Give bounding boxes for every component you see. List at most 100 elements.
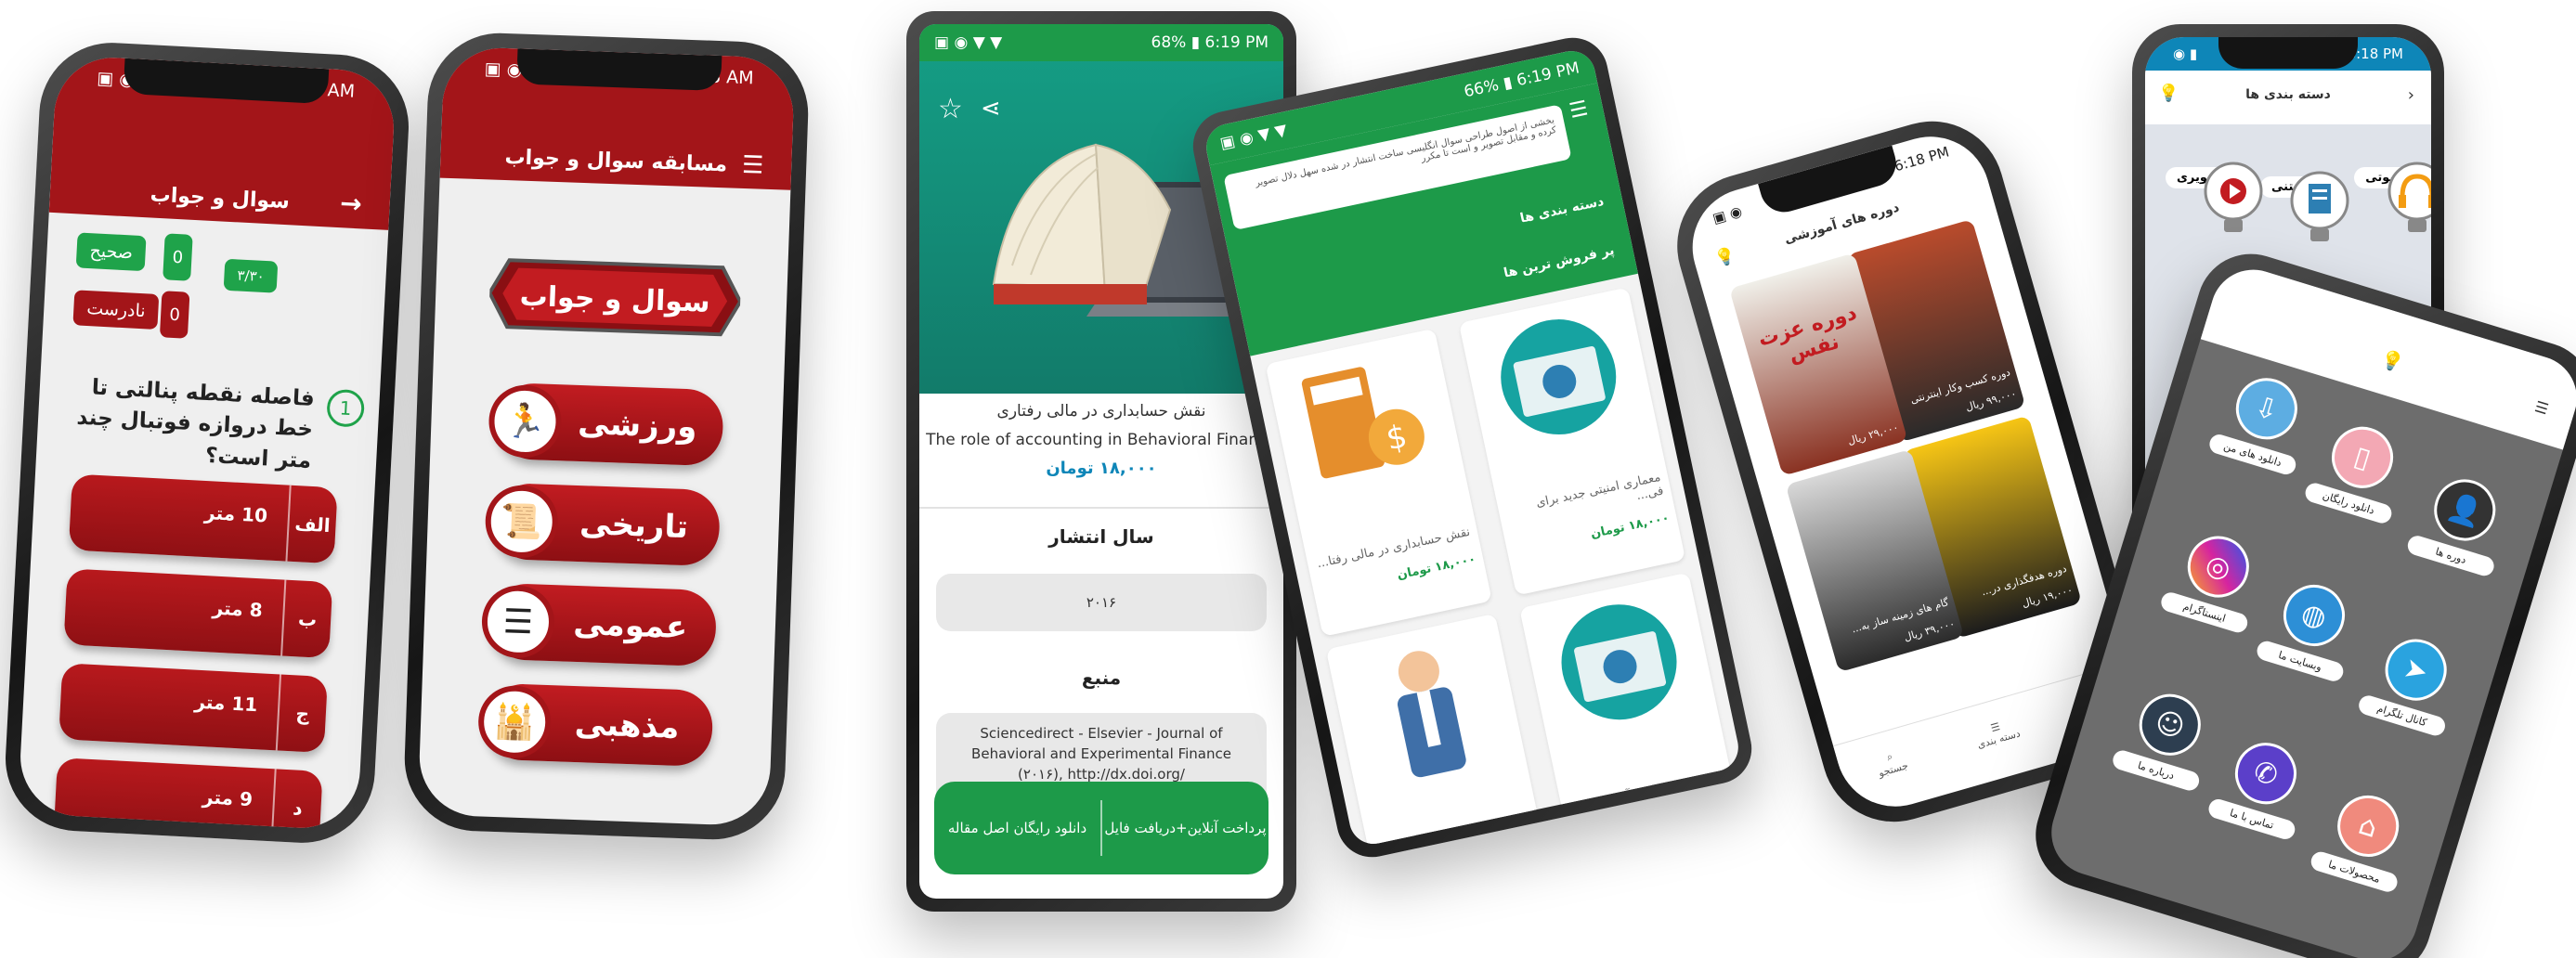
- phone-icon: ✆: [2227, 735, 2305, 812]
- bestsellers-heading: پر فروش ترین ها: [1502, 242, 1616, 281]
- wrong-label: نادرست: [72, 290, 160, 330]
- bulb-logo-icon: 💡: [2377, 346, 2407, 375]
- phone-screen: ▣ ◉ ▲ 1:38 AM مسابقه سوال و جواب ☰ سوال …: [417, 45, 796, 827]
- status-time: 6:19 PM: [1204, 33, 1269, 52]
- status-bar: ▣ ◉ ▼ ▼ 68% ▮ 6:19 PM: [919, 24, 1283, 61]
- menu-website[interactable]: ◍ وبسایت ما: [2254, 573, 2366, 684]
- nav-item-categories[interactable]: ☰ دسته بندی: [1972, 715, 2022, 751]
- battery-level: 66%: [1462, 75, 1501, 102]
- product-image: [1501, 319, 1617, 435]
- categories-heading[interactable]: دسته بندی ها: [1519, 194, 1606, 227]
- answer-option[interactable]: الف 10 متر: [68, 473, 338, 564]
- showcase-stage: ▣ ◉ 11:17 AM سوال و جواب → صحیح 0 نادرست…: [0, 0, 2576, 958]
- share-icon[interactable]: ⋖: [981, 95, 1001, 123]
- hamburger-menu-icon[interactable]: ☰: [2532, 397, 2550, 418]
- battery-level: 68%: [1151, 33, 1187, 52]
- tablet-icon: ▯: [2323, 419, 2401, 496]
- person-icon: 👤: [2426, 472, 2504, 549]
- menu-label: محصولات ما: [2309, 849, 2400, 895]
- menu-label: اینستاگرام: [2158, 589, 2250, 635]
- answer-option[interactable]: د 9 متر: [53, 757, 323, 832]
- logo-text: سوال و جواب: [519, 280, 710, 319]
- product-title: مقاله تست: [1474, 809, 1532, 836]
- option-value: 10 متر: [203, 500, 268, 527]
- menu-label: دانلود های من: [2206, 432, 2298, 477]
- status-battery-time: 68% ▮ 6:19 PM: [1151, 33, 1268, 52]
- phone-notch: [2218, 37, 2358, 69]
- menu-label: درباره ما: [2110, 747, 2202, 794]
- quiz-menu-phone: ▣ ◉ ▲ 1:38 AM مسابقه سوال و جواب ☰ سوال …: [402, 31, 811, 842]
- layers-icon: ☰: [480, 584, 556, 660]
- hamburger-menu-icon[interactable]: ☰: [1568, 97, 1591, 123]
- quiz-question-phone: ▣ ◉ 11:17 AM سوال و جواب → صحیح 0 نادرست…: [2, 39, 412, 847]
- category-text[interactable]: متنی: [2260, 169, 2349, 241]
- headphones-icon: [2387, 162, 2431, 232]
- phone-screen: ▣ ◉ 11:17 AM سوال و جواب → صحیح 0 نادرست…: [17, 54, 397, 832]
- menu-instagram[interactable]: ◎ اینستاگرام: [2158, 524, 2270, 635]
- answer-option[interactable]: ج 11 متر: [59, 663, 328, 754]
- status-icons: ▣ ◉ ▼ ▼: [1218, 121, 1289, 154]
- article-title-fa: نقش حسابداری در مالی رفتاری: [996, 402, 1206, 421]
- article-price: ۱۸,۰۰۰ تومان: [1046, 459, 1157, 479]
- back-arrow-icon[interactable]: →: [339, 188, 362, 219]
- menu-label: کانال تلگرام: [2356, 693, 2448, 738]
- free-download-button[interactable]: دانلود رایگان اصل مقاله: [934, 820, 1100, 836]
- correct-count: 0: [163, 233, 193, 281]
- category-button-religious[interactable]: 🕌 مذهبی: [476, 682, 714, 768]
- wrong-count: 0: [159, 291, 190, 339]
- runner-icon: 🏃: [488, 383, 563, 460]
- scroll-icon: 📜: [484, 484, 560, 560]
- menu-my-downloads[interactable]: ⇩ دانلود های من: [2206, 367, 2319, 477]
- instagram-icon: ◎: [2179, 528, 2257, 605]
- quiz-logo: سوال و جواب: [488, 258, 742, 337]
- option-letter: د: [270, 769, 323, 832]
- status-icons: ▣ ◉: [1711, 202, 1744, 227]
- year-heading: سال انتشار: [1048, 525, 1154, 548]
- star-icon[interactable]: ☆: [938, 93, 963, 125]
- hamburger-menu-icon[interactable]: ☰: [741, 151, 763, 180]
- menu-label: تماس با ما: [2205, 796, 2297, 842]
- question-number: 1: [326, 388, 366, 428]
- question-text: فاصله نقطه پنالتی تا خط دروازه فوتبال چن…: [75, 375, 316, 473]
- menu-about[interactable]: ☺ درباره ما: [2110, 682, 2222, 794]
- answer-option[interactable]: ب 8 متر: [63, 568, 333, 659]
- product-image: $: [1301, 367, 1425, 479]
- back-arrow-icon[interactable]: ›: [2408, 85, 2414, 105]
- option-letter: ج: [275, 674, 328, 754]
- product-card[interactable]: مقاله تست: [1325, 613, 1554, 848]
- buy-online-button[interactable]: پرداخت آنلاین+دریافت فایل: [1102, 820, 1268, 836]
- download-icon: ⇩: [2228, 370, 2306, 447]
- menu-products[interactable]: ⌂ محصولات ما: [2309, 783, 2420, 895]
- telegram-icon: ➤: [2377, 631, 2454, 708]
- option-value: 9 متر: [202, 785, 254, 811]
- category-button-history[interactable]: 📜 تاریخی: [484, 482, 722, 567]
- product-card[interactable]: بهره برداری از فن آوری اری...: [1519, 572, 1743, 848]
- app-header: دسته بندی ها 💡 ›: [2145, 71, 2431, 124]
- category-button-general[interactable]: ☰ عمومی: [480, 582, 718, 667]
- category-audio[interactable]: صوتی: [2354, 160, 2431, 232]
- course-title: دوره عزت نفس: [1755, 301, 1860, 368]
- category-video[interactable]: تصویری: [2166, 160, 2263, 232]
- nav-item-search[interactable]: ⌕ جستجو: [1874, 747, 1909, 779]
- globe-icon: ◍: [2275, 576, 2353, 654]
- menu-courses[interactable]: 👤 دوره ها: [2405, 468, 2517, 578]
- article-title-en: The role of accounting in Behavioral Fin…: [926, 430, 1277, 449]
- status-time: 6:18 PM: [1892, 143, 1951, 175]
- menu-telegram[interactable]: ➤ کانال تلگرام: [2356, 628, 2468, 738]
- product-card[interactable]: معماری امنیتی جدید برای فی... ۱۸,۰۰۰ توم…: [1458, 287, 1686, 596]
- status-time: 6:19 PM: [1515, 58, 1581, 91]
- article-title-block: نقش حسابداری در مالی رفتاری The role of …: [919, 397, 1283, 485]
- menu-free-download[interactable]: ▯ دانلود رایگان: [2303, 415, 2414, 526]
- page-title: دسته بندی ها: [2245, 87, 2331, 102]
- menu-contact[interactable]: ✆ تماس با ما: [2205, 731, 2318, 842]
- mosque-icon: 🕌: [476, 684, 553, 760]
- page-title: مسابقه سوال و جواب: [504, 146, 728, 177]
- menu-label: دانلود رایگان: [2303, 480, 2394, 526]
- option-value: 8 متر: [212, 596, 264, 622]
- phone-screen: 💡 ☰ 👤 دوره ها ▯ دانلود رایگان ⇩ دانلود ه…: [2040, 259, 2576, 958]
- footer-divider: [1100, 800, 1102, 856]
- product-image: [1561, 604, 1677, 720]
- product-card[interactable]: $ نقش حسابداری در مالی رفتا... ۱۸,۰۰۰ تو…: [1265, 328, 1492, 637]
- category-button-sports[interactable]: 🏃 ورزشی: [488, 382, 724, 467]
- play-icon: [2204, 162, 2263, 232]
